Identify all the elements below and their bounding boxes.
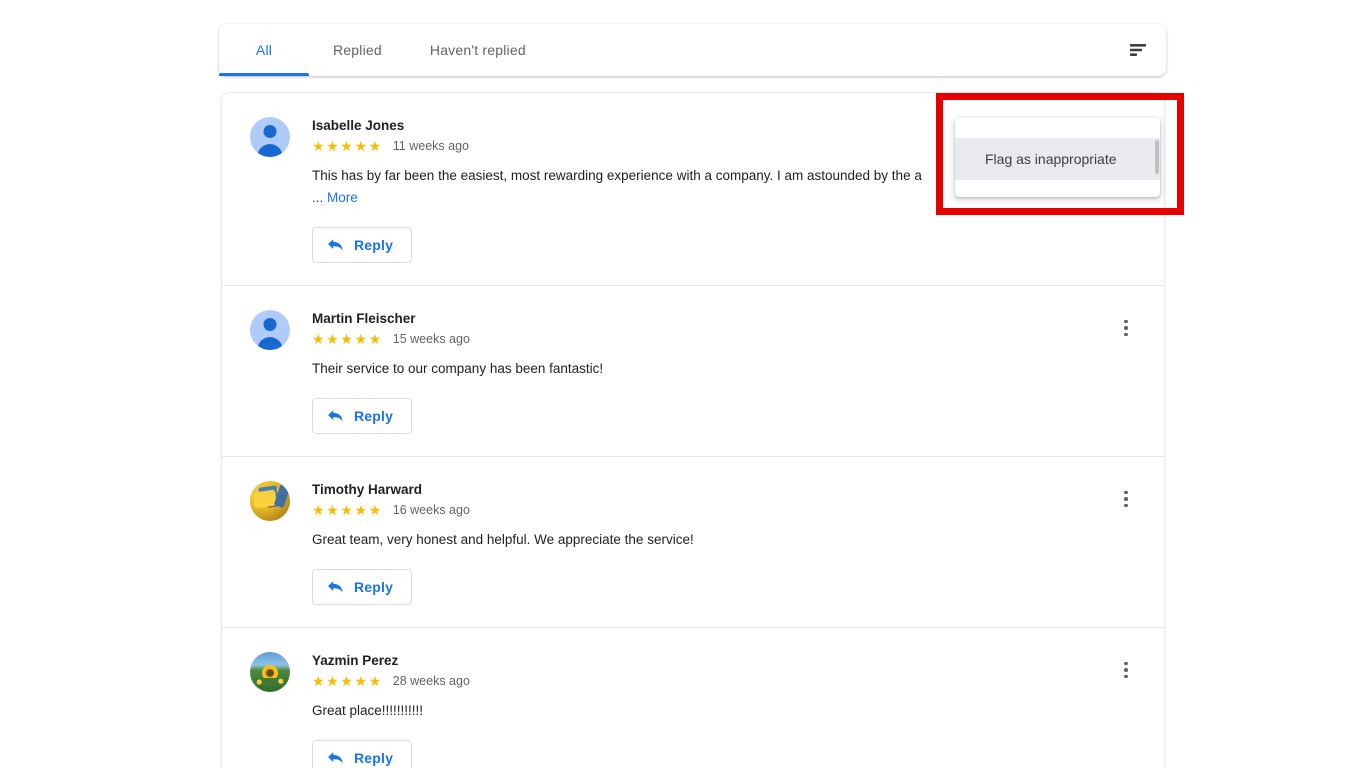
- more-vert-icon: [1124, 503, 1128, 508]
- more-link[interactable]: More: [327, 190, 358, 205]
- overflow-menu-popup: Flag as inappropriate: [955, 118, 1160, 197]
- reply-button[interactable]: Reply: [312, 740, 413, 768]
- reviewer-name: Yazmin Perez: [312, 653, 399, 668]
- reply-button[interactable]: Reply: [312, 398, 413, 434]
- review-text: Their service to our company has been fa…: [312, 361, 604, 376]
- reply-button[interactable]: Reply: [312, 227, 413, 263]
- menu-item-label: Flag as inappropriate: [985, 151, 1117, 167]
- more-vert-icon: [1124, 319, 1128, 324]
- review-text: Great place!!!!!!!!!!!: [312, 703, 424, 718]
- ellipsis: ...: [312, 190, 324, 205]
- reply-arrow-icon: [328, 410, 343, 422]
- menu-item-flag-as-inappropriate[interactable]: Flag as inappropriate: [955, 138, 1160, 180]
- review-overflow-menu-button[interactable]: [1112, 314, 1140, 342]
- reply-arrow-icon: [328, 752, 343, 764]
- star-rating: ★★★★★: [312, 331, 383, 347]
- reply-button-label: Reply: [354, 750, 394, 766]
- star-rating: ★★★★★: [312, 673, 383, 689]
- tab-list: All Replied Haven't replied: [219, 24, 550, 76]
- review-meta: ★★★★★ 15 weeks ago: [312, 331, 1138, 347]
- tabs-toolbar: All Replied Haven't replied: [219, 24, 1166, 76]
- avatar-body-icon: [257, 337, 283, 350]
- review-timestamp: 11 weeks ago: [392, 139, 469, 153]
- review-item: Martin Fleischer ★★★★★ 15 weeks ago Thei…: [222, 286, 1164, 457]
- reply-button-label: Reply: [354, 237, 394, 253]
- review-timestamp: 16 weeks ago: [392, 503, 470, 517]
- reply-button[interactable]: Reply: [312, 569, 413, 605]
- tab-all[interactable]: All: [219, 24, 309, 76]
- more-vert-icon: [1124, 661, 1128, 666]
- reviewer-name: Timothy Harward: [312, 482, 423, 497]
- tab-replied[interactable]: Replied: [309, 24, 406, 76]
- review-meta: ★★★★★ 16 weeks ago: [312, 502, 1138, 518]
- more-vert-icon: [1124, 490, 1128, 495]
- review-overflow-menu-button[interactable]: [1112, 485, 1140, 513]
- avatar-body-icon: [257, 144, 283, 157]
- reviews-page: All Replied Haven't replied Isabelle Jon…: [0, 0, 1366, 768]
- avatar: [250, 481, 290, 521]
- reply-button-label: Reply: [354, 579, 394, 595]
- star-rating: ★★★★★: [312, 138, 383, 154]
- more-vert-icon: [1124, 674, 1128, 679]
- review-timestamp: 28 weeks ago: [392, 674, 470, 688]
- more-vert-icon: [1124, 497, 1128, 501]
- tab-havent-replied[interactable]: Haven't replied: [406, 24, 550, 76]
- review-text: Great team, very honest and helpful. We …: [312, 532, 694, 547]
- more-vert-icon: [1124, 326, 1128, 330]
- star-rating: ★★★★★: [312, 502, 383, 518]
- menu-scrollbar[interactable]: [1155, 140, 1159, 174]
- more-vert-icon: [1124, 668, 1128, 672]
- review-meta: ★★★★★ 28 weeks ago: [312, 673, 1138, 689]
- reply-arrow-icon: [328, 239, 343, 251]
- review-item: Yazmin Perez ★★★★★ 28 weeks ago Great pl…: [222, 628, 1164, 768]
- avatar-head-icon: [263, 125, 277, 138]
- review-item: Timothy Harward ★★★★★ 16 weeks ago Great…: [222, 457, 1164, 628]
- tab-all-label: All: [255, 42, 273, 58]
- avatar: [250, 310, 290, 350]
- reply-arrow-icon: [328, 581, 343, 593]
- sort-icon: [1130, 44, 1146, 56]
- avatar-head-icon: [263, 318, 277, 331]
- tab-replied-label: Replied: [333, 42, 382, 58]
- reply-button-label: Reply: [354, 408, 394, 424]
- tab-havent-replied-label: Haven't replied: [429, 42, 526, 58]
- avatar: [250, 117, 290, 157]
- reviewer-name: Martin Fleischer: [312, 311, 416, 326]
- review-overflow-menu-button[interactable]: [1112, 656, 1140, 684]
- more-vert-icon: [1124, 332, 1128, 337]
- avatar: [250, 652, 290, 692]
- sort-button[interactable]: [1110, 24, 1166, 76]
- review-timestamp: 15 weeks ago: [392, 332, 470, 346]
